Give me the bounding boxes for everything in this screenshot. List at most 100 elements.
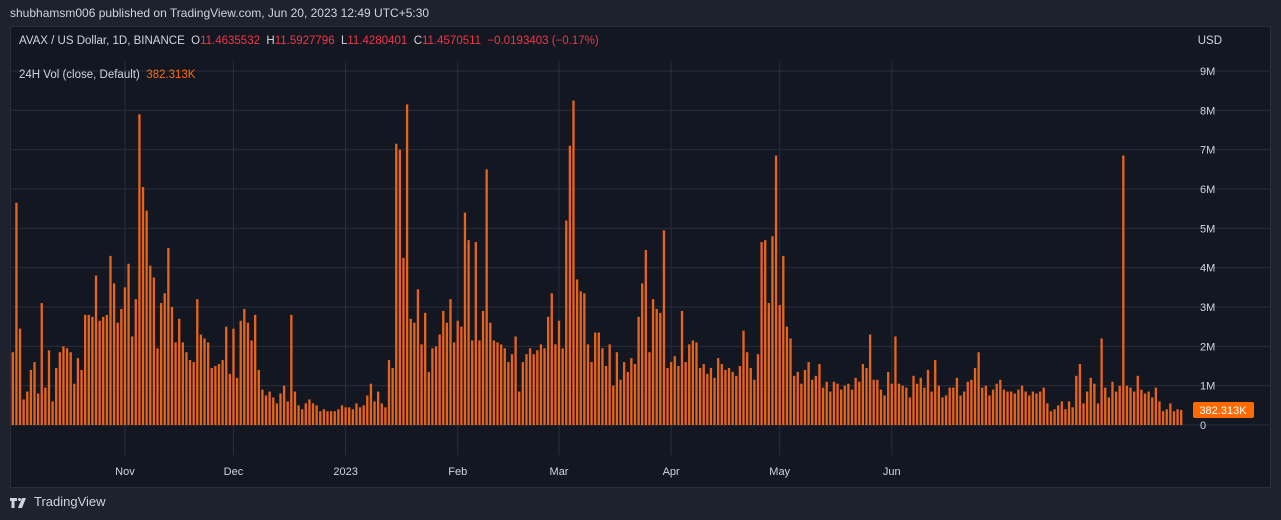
volume-bar[interactable] xyxy=(282,385,286,425)
volume-bar[interactable] xyxy=(713,377,716,425)
volume-bar[interactable] xyxy=(662,230,666,425)
volume-bar[interactable] xyxy=(514,336,517,426)
volume-bar[interactable] xyxy=(297,405,300,425)
volume-bar[interactable] xyxy=(1006,391,1009,425)
volume-bar[interactable] xyxy=(329,411,333,425)
volume-bar[interactable] xyxy=(1133,391,1136,425)
volume-bar[interactable] xyxy=(214,366,217,425)
volume-bar[interactable] xyxy=(239,320,242,425)
volume-bar[interactable] xyxy=(1172,411,1176,425)
volume-bar[interactable] xyxy=(554,344,557,425)
volume-bar[interactable] xyxy=(829,391,832,425)
volume-bar[interactable] xyxy=(684,362,687,425)
volume-bar[interactable] xyxy=(970,379,973,425)
volume-bar[interactable] xyxy=(290,314,293,425)
indicator-legend[interactable]: 24H Vol (close, Default) 382.313K xyxy=(19,69,195,81)
volume-bar[interactable] xyxy=(47,350,51,425)
volume-bar[interactable] xyxy=(655,308,658,425)
volume-bar[interactable] xyxy=(955,377,959,425)
volume-bar[interactable] xyxy=(977,352,980,425)
volume-bar[interactable] xyxy=(622,362,626,425)
volume-bar[interactable] xyxy=(413,322,416,425)
volume-bar[interactable] xyxy=(159,303,163,425)
volume-bar[interactable] xyxy=(1067,401,1071,425)
volume-bar[interactable] xyxy=(1042,387,1045,425)
volume-bar[interactable] xyxy=(680,310,684,425)
volume-bar[interactable] xyxy=(1104,387,1107,425)
volume-bar[interactable] xyxy=(163,293,166,425)
volume-bar[interactable] xyxy=(1017,389,1020,425)
volume-bar[interactable] xyxy=(966,381,969,425)
volume-bar[interactable] xyxy=(1053,409,1056,425)
volume-bar[interactable] xyxy=(709,367,713,425)
volume-bar[interactable] xyxy=(409,318,412,425)
volume-bar[interactable] xyxy=(782,255,785,425)
volume-bar[interactable] xyxy=(615,352,619,425)
volume-bar[interactable] xyxy=(1020,385,1024,425)
volume-bar[interactable] xyxy=(478,340,481,425)
volume-bar[interactable] xyxy=(105,314,109,425)
volume-bar[interactable] xyxy=(199,334,203,425)
volume-bar[interactable] xyxy=(879,389,883,425)
volume-bar[interactable] xyxy=(575,279,579,425)
volume-bar[interactable] xyxy=(376,391,380,425)
volume-bar[interactable] xyxy=(724,369,727,425)
volume-bar[interactable] xyxy=(1176,409,1179,425)
volume-bar[interactable] xyxy=(785,326,789,425)
volume-bar[interactable] xyxy=(178,318,181,425)
volume-bar[interactable] xyxy=(402,257,405,425)
symbol-legend[interactable]: AVAX / US Dollar, 1D, BINANCE O11.463553… xyxy=(19,35,599,47)
volume-bar[interactable] xyxy=(908,397,912,425)
volume-bar[interactable] xyxy=(456,320,459,425)
volume-bar[interactable] xyxy=(594,332,597,425)
volume-bar[interactable] xyxy=(206,342,210,425)
volume-bar[interactable] xyxy=(937,385,940,425)
volume-bar[interactable] xyxy=(18,328,22,425)
volume-bar[interactable] xyxy=(800,383,803,425)
volume-bar[interactable] xyxy=(109,255,112,425)
volume-bar[interactable] xyxy=(1060,401,1063,425)
volume-bar[interactable] xyxy=(717,358,720,425)
volume-bar[interactable] xyxy=(485,169,488,425)
volume-bar[interactable] xyxy=(1125,385,1129,425)
volume-bar[interactable] xyxy=(894,336,897,426)
volume-bar[interactable] xyxy=(1129,387,1132,425)
volume-bar[interactable] xyxy=(272,397,275,425)
volume-bar[interactable] xyxy=(1002,389,1006,425)
volume-bar[interactable] xyxy=(803,369,807,425)
volume-bar[interactable] xyxy=(1154,387,1158,425)
volume-bar[interactable] xyxy=(322,409,326,425)
volume-bar[interactable] xyxy=(235,377,239,425)
volume-bar[interactable] xyxy=(1140,389,1143,425)
volume-bar[interactable] xyxy=(355,403,358,425)
volume-bar[interactable] xyxy=(1028,395,1031,426)
volume-bar[interactable] xyxy=(40,303,43,425)
volume-bar[interactable] xyxy=(149,265,152,425)
volume-bar[interactable] xyxy=(1082,403,1085,425)
volume-bar[interactable] xyxy=(1165,409,1168,425)
volume-bar[interactable] xyxy=(648,352,651,425)
volume-bar[interactable] xyxy=(1143,393,1147,425)
volume-bar[interactable] xyxy=(633,364,637,425)
volume-bar[interactable] xyxy=(962,391,966,425)
volume-bar[interactable] xyxy=(452,342,456,425)
volume-bar[interactable] xyxy=(351,409,354,425)
volume-bar[interactable] xyxy=(825,381,828,425)
volume-bar[interactable] xyxy=(257,369,260,425)
volume-bar[interactable] xyxy=(127,263,130,425)
volume-bar[interactable] xyxy=(518,391,521,425)
volume-bar[interactable] xyxy=(1035,393,1038,425)
volume-bar[interactable] xyxy=(868,334,872,425)
volume-bar[interactable] xyxy=(912,375,915,425)
volume-bar[interactable] xyxy=(445,322,449,425)
volume-bar[interactable] xyxy=(340,405,344,425)
volume-bar[interactable] xyxy=(550,293,553,425)
volume-bar[interactable] xyxy=(33,362,36,425)
volume-bar[interactable] xyxy=(243,308,246,425)
volume-bar[interactable] xyxy=(87,314,90,425)
volume-bar[interactable] xyxy=(930,391,933,425)
volume-bar[interactable] xyxy=(644,249,647,425)
volume-bar[interactable] xyxy=(915,383,919,425)
volume-bar[interactable] xyxy=(120,308,123,425)
indicator-name[interactable]: 24H Vol (close, Default) xyxy=(19,69,140,81)
